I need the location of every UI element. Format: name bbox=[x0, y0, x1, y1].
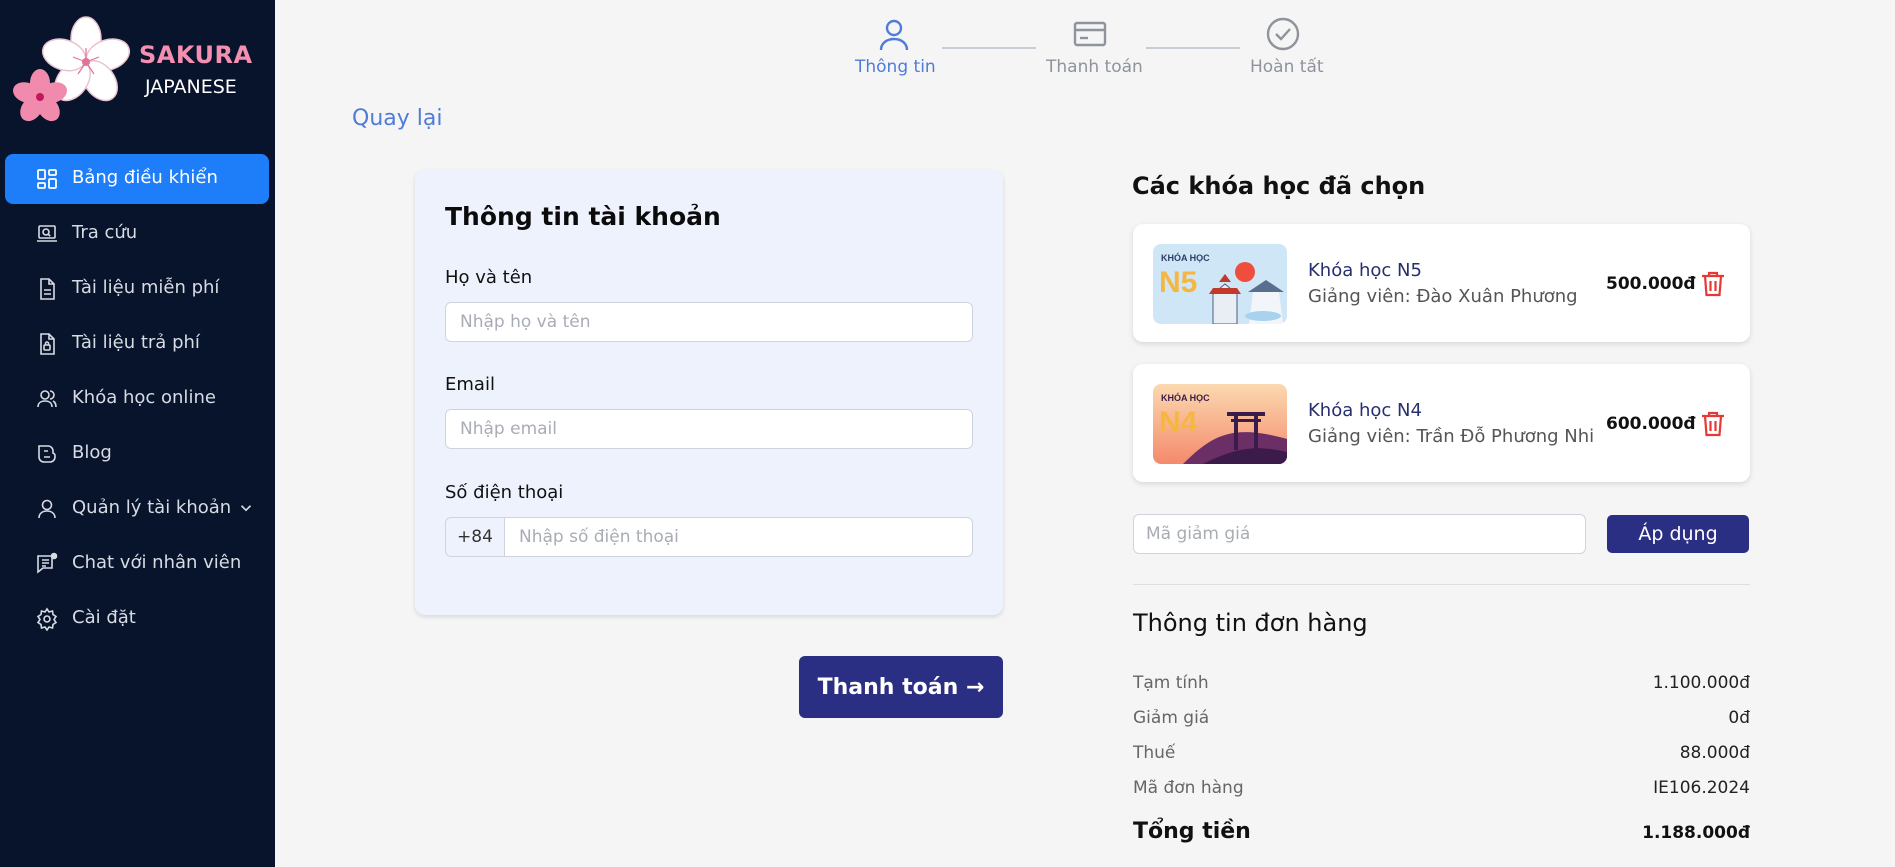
subtotal-value: 1.100.000đ bbox=[1652, 673, 1750, 693]
tax-label: Thuế bbox=[1133, 743, 1176, 763]
email-label: Email bbox=[445, 374, 495, 395]
course-item: KHÓA HỌC N5 Khóa học N5 Giảng viên: Đào … bbox=[1133, 224, 1750, 342]
chat-icon bbox=[37, 552, 58, 574]
trash-icon[interactable] bbox=[1700, 410, 1726, 438]
sidebar-item-chat[interactable]: Chat với nhân viên bbox=[5, 539, 269, 589]
course-price: 500.000đ bbox=[1606, 274, 1696, 294]
step-label: Thanh toán bbox=[1046, 57, 1143, 77]
course-teacher: Giảng viên: Đào Xuân Phương bbox=[1308, 286, 1578, 307]
trash-icon[interactable] bbox=[1700, 270, 1726, 298]
sidebar-item-label: Blog bbox=[72, 442, 112, 463]
sidebar-item-label: Quản lý tài khoản bbox=[72, 497, 232, 518]
course-teacher: Giảng viên: Trần Đỗ Phương Nhi bbox=[1308, 426, 1595, 447]
sakura-flower-icon bbox=[13, 16, 131, 122]
selected-courses-title: Các khóa học đã chọn bbox=[1132, 172, 1426, 200]
order-summary-title: Thông tin đơn hàng bbox=[1133, 609, 1368, 637]
apply-coupon-button[interactable]: Áp dụng bbox=[1607, 515, 1749, 553]
step-connector bbox=[1146, 47, 1240, 49]
country-code-prefix: +84 bbox=[445, 517, 505, 557]
thumb-label: KHÓA HỌC bbox=[1161, 392, 1210, 403]
coupon-input[interactable] bbox=[1133, 514, 1586, 554]
sidebar: SAKURA JAPANESE Bảng điều khiển Tra cứu … bbox=[0, 0, 275, 867]
sidebar-item-label: Bảng điều khiển bbox=[72, 167, 218, 188]
total-label: Tổng tiền bbox=[1133, 819, 1251, 844]
blog-icon bbox=[38, 445, 56, 463]
step-label: Thông tin bbox=[855, 57, 936, 77]
user-icon bbox=[38, 499, 56, 519]
total-value: 1.188.000đ bbox=[1642, 823, 1750, 843]
name-label: Họ và tên bbox=[445, 267, 533, 288]
document-icon bbox=[40, 278, 55, 300]
phone-input[interactable] bbox=[504, 517, 973, 557]
sidebar-item-dashboard[interactable]: Bảng điều khiển bbox=[5, 154, 269, 204]
chevron-down-icon[interactable] bbox=[237, 499, 255, 517]
full-name-input[interactable] bbox=[445, 302, 973, 342]
sidebar-item-blog[interactable]: Blog bbox=[5, 429, 269, 479]
discount-value: 0đ bbox=[1728, 708, 1750, 728]
gear-icon bbox=[36, 607, 58, 631]
course-name[interactable]: Khóa học N5 bbox=[1308, 260, 1422, 281]
check-circle-icon bbox=[1266, 17, 1300, 51]
brand-name: SAKURA bbox=[139, 41, 253, 69]
sidebar-item-label: Cài đặt bbox=[72, 607, 136, 628]
paid-document-icon bbox=[40, 333, 55, 355]
sidebar-item-label: Tra cứu bbox=[72, 222, 138, 243]
sidebar-item-paid-docs[interactable]: Tài liệu trả phí bbox=[5, 319, 269, 369]
brand-logo[interactable]: SAKURA JAPANESE bbox=[8, 12, 268, 132]
pay-button[interactable]: Thanh toán → bbox=[799, 656, 1003, 718]
step-label: Hoàn tất bbox=[1250, 57, 1324, 77]
sidebar-item-account-management[interactable]: Quản lý tài khoản bbox=[5, 484, 269, 534]
thumb-level: N4 bbox=[1159, 406, 1198, 439]
account-card-title: Thông tin tài khoản bbox=[445, 202, 721, 231]
arrow-left-icon bbox=[313, 112, 333, 132]
brand-subtitle: JAPANESE bbox=[145, 76, 237, 98]
sidebar-item-settings[interactable]: Cài đặt bbox=[5, 594, 269, 644]
sidebar-item-label: Tài liệu trả phí bbox=[72, 332, 200, 353]
dashboard-icon bbox=[37, 169, 57, 189]
sidebar-item-label: Chat với nhân viên bbox=[72, 552, 242, 573]
users-icon bbox=[37, 390, 57, 408]
sidebar-item-free-docs[interactable]: Tài liệu miễn phí bbox=[5, 264, 269, 314]
sidebar-item-online-courses[interactable]: Khóa học online bbox=[5, 374, 269, 424]
laptop-search-icon bbox=[37, 225, 57, 242]
discount-label: Giảm giá bbox=[1133, 708, 1210, 728]
back-label: Quay lại bbox=[352, 106, 443, 131]
order-code-value: IE106.2024 bbox=[1653, 778, 1750, 798]
course-thumbnail: KHÓA HỌC N4 bbox=[1153, 384, 1287, 464]
step-connector bbox=[942, 47, 1036, 49]
thumb-label: KHÓA HỌC bbox=[1161, 252, 1210, 263]
course-name[interactable]: Khóa học N4 bbox=[1308, 400, 1422, 421]
subtotal-label: Tạm tính bbox=[1133, 673, 1209, 693]
user-icon bbox=[879, 19, 909, 51]
sidebar-item-lookup[interactable]: Tra cứu bbox=[5, 209, 269, 259]
course-price: 600.000đ bbox=[1606, 414, 1696, 434]
course-item: KHÓA HỌC N4 Khóa học N4 Giảng viên: Trần… bbox=[1133, 364, 1750, 482]
credit-card-icon bbox=[1073, 21, 1107, 47]
tax-value: 88.000đ bbox=[1679, 743, 1750, 763]
course-thumbnail: KHÓA HỌC N5 bbox=[1153, 244, 1287, 324]
order-code-label: Mã đơn hàng bbox=[1133, 778, 1244, 798]
sidebar-item-label: Khóa học online bbox=[72, 387, 216, 408]
divider bbox=[1133, 584, 1750, 585]
thumb-level: N5 bbox=[1159, 266, 1197, 299]
phone-label: Số điện thoại bbox=[445, 482, 564, 503]
account-info-card: Thông tin tài khoản Họ và tên Email Số đ… bbox=[415, 170, 1003, 615]
sidebar-item-label: Tài liệu miễn phí bbox=[72, 277, 220, 298]
email-input[interactable] bbox=[445, 409, 973, 449]
